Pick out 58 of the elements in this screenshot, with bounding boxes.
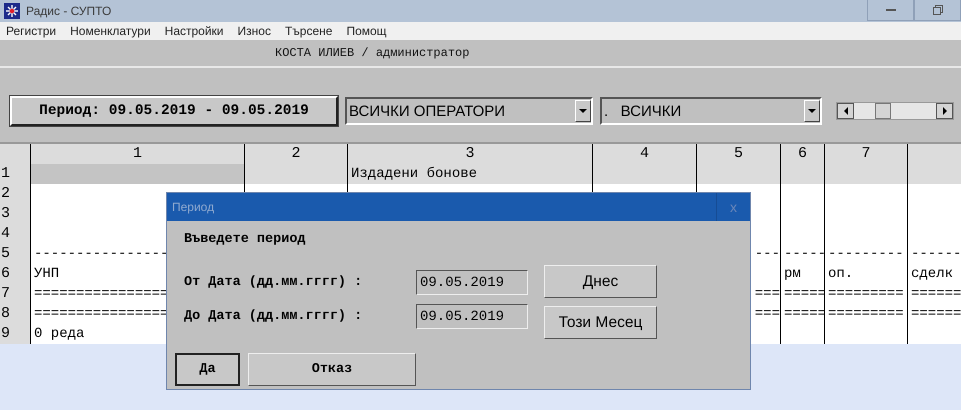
- minimize-button[interactable]: [867, 0, 914, 21]
- header-corner: [0, 144, 30, 164]
- row-number: 1: [0, 164, 30, 184]
- table-cell: ------: [907, 244, 961, 264]
- row-number: 6: [0, 264, 30, 284]
- column-header[interactable]: 4: [592, 144, 696, 164]
- row-number: 3: [0, 204, 30, 224]
- menu-item[interactable]: Регистри: [6, 24, 56, 38]
- column-header[interactable]: 1: [30, 144, 244, 164]
- minimize-icon: [886, 9, 896, 11]
- preset-button[interactable]: Този Месец: [544, 306, 657, 339]
- right-arrow-icon: [942, 107, 946, 115]
- table-cell: ======: [907, 284, 961, 304]
- scroll-right-button[interactable]: [936, 103, 953, 119]
- scroll-left-button[interactable]: [837, 103, 854, 119]
- column-header[interactable]: 2: [244, 144, 347, 164]
- window-title: Радис - СУПТО: [26, 4, 112, 18]
- preset-button[interactable]: Днес: [544, 265, 657, 298]
- date-field[interactable]: 09.05.2019: [416, 270, 528, 295]
- dropdown-button[interactable]: [575, 100, 591, 122]
- restore-button[interactable]: [914, 0, 961, 21]
- row-number: 5: [0, 244, 30, 264]
- left-arrow-icon: [844, 107, 848, 115]
- caret-icon: [808, 109, 816, 113]
- table-cell: -----: [780, 244, 824, 264]
- column-header[interactable]: 6: [780, 144, 824, 164]
- row-number: 9: [0, 324, 30, 344]
- table-cell: =====: [780, 304, 824, 324]
- caret-icon: [579, 109, 587, 113]
- table-cell: ======: [907, 304, 961, 324]
- row-number: 4: [0, 224, 30, 244]
- dialog-button[interactable]: Отказ: [248, 353, 416, 386]
- menu-item[interactable]: Помощ: [346, 24, 387, 38]
- row-number: 8: [0, 304, 30, 324]
- column-header[interactable]: 7: [824, 144, 907, 164]
- type-select[interactable]: . ВСИЧКИ: [600, 97, 822, 125]
- operator-select[interactable]: ВСИЧКИ ОПЕРАТОРИ: [345, 97, 593, 125]
- menu-item[interactable]: Търсене: [284, 24, 332, 38]
- column-header[interactable]: 5: [696, 144, 780, 164]
- dialog-prompt: Въведете период: [184, 232, 307, 247]
- dialog-button[interactable]: Да: [175, 353, 240, 386]
- app-logo-icon: [4, 3, 20, 19]
- menu-item[interactable]: Настройки: [164, 24, 224, 38]
- user-label: КОСТА ИЛИЕВ / администратор: [275, 46, 470, 60]
- period-button[interactable]: Период: 09.05.2019 - 09.05.2019: [10, 96, 338, 126]
- dialog-title: Период: [172, 200, 214, 214]
- row-number: 2: [0, 184, 30, 204]
- horizontal-scrollbar[interactable]: [836, 102, 954, 120]
- column-header[interactable]: 3: [347, 144, 592, 164]
- table-cell: Издадени бонове: [347, 164, 592, 184]
- table-cell: =====: [780, 284, 824, 304]
- row-number: 7: [0, 284, 30, 304]
- dropdown-button[interactable]: [804, 100, 820, 122]
- menu-item[interactable]: Номенклатури: [70, 24, 151, 38]
- menu-item[interactable]: Износ: [238, 24, 271, 38]
- restore-icon: [932, 5, 942, 15]
- scroll-thumb[interactable]: [875, 103, 891, 119]
- date-field[interactable]: 09.05.2019: [416, 304, 528, 329]
